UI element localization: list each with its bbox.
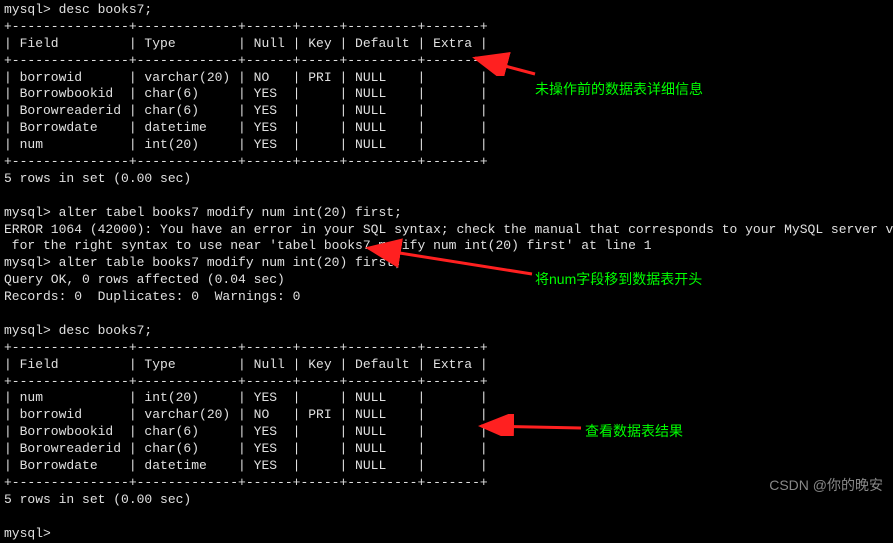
table1-border: +---------------+-------------+------+--… (4, 154, 889, 171)
table1-border: +---------------+-------------+------+--… (4, 53, 889, 70)
blank (4, 509, 889, 526)
prompt-alter-wrong: mysql> alter tabel books7 modify num int… (4, 205, 889, 222)
table2-border: +---------------+-------------+------+--… (4, 475, 889, 492)
error-line: ERROR 1064 (42000): You have an error in… (4, 222, 889, 239)
table1-border: +---------------+-------------+------+--… (4, 19, 889, 36)
table2-row: | num | int(20) | YES | | NULL | | (4, 390, 889, 407)
rows-count: 5 rows in set (0.00 sec) (4, 492, 889, 509)
table2-row: | Borrowdate | datetime | YES | | NULL |… (4, 458, 889, 475)
error-line: for the right syntax to use near 'tabel … (4, 238, 889, 255)
table2-row: | Borrowbookid | char(6) | YES | | NULL … (4, 424, 889, 441)
watermark: CSDN @你的晚安 (769, 476, 883, 494)
table1-row: | borrowid | varchar(20) | NO | PRI | NU… (4, 70, 889, 87)
annotation-move: 将num字段移到数据表开头 (535, 270, 702, 288)
blank (4, 306, 889, 323)
rows-count: 5 rows in set (0.00 sec) (4, 171, 889, 188)
table2-row: | Borowreaderid | char(6) | YES | | NULL… (4, 441, 889, 458)
table2-border: +---------------+-------------+------+--… (4, 374, 889, 391)
table1-row: | num | int(20) | YES | | NULL | | (4, 137, 889, 154)
table1-row: | Borrowdate | datetime | YES | | NULL |… (4, 120, 889, 137)
prompt-alter-ok: mysql> alter table books7 modify num int… (4, 255, 889, 272)
table1-row: | Borrowbookid | char(6) | YES | | NULL … (4, 86, 889, 103)
blank (4, 188, 889, 205)
prompt-desc-2: mysql> desc books7; (4, 323, 889, 340)
records-line: Records: 0 Duplicates: 0 Warnings: 0 (4, 289, 889, 306)
table2-row: | borrowid | varchar(20) | NO | PRI | NU… (4, 407, 889, 424)
table1-row: | Borowreaderid | char(6) | YES | | NULL… (4, 103, 889, 120)
table2-border: +---------------+-------------+------+--… (4, 340, 889, 357)
prompt-empty[interactable]: mysql> (4, 526, 889, 543)
annotation-result: 查看数据表结果 (585, 422, 683, 440)
prompt-desc-1: mysql> desc books7; (4, 2, 889, 19)
query-ok: Query OK, 0 rows affected (0.04 sec) (4, 272, 889, 289)
annotation-before: 未操作前的数据表详细信息 (535, 80, 703, 98)
table1-header: | Field | Type | Null | Key | Default | … (4, 36, 889, 53)
table2-header: | Field | Type | Null | Key | Default | … (4, 357, 889, 374)
